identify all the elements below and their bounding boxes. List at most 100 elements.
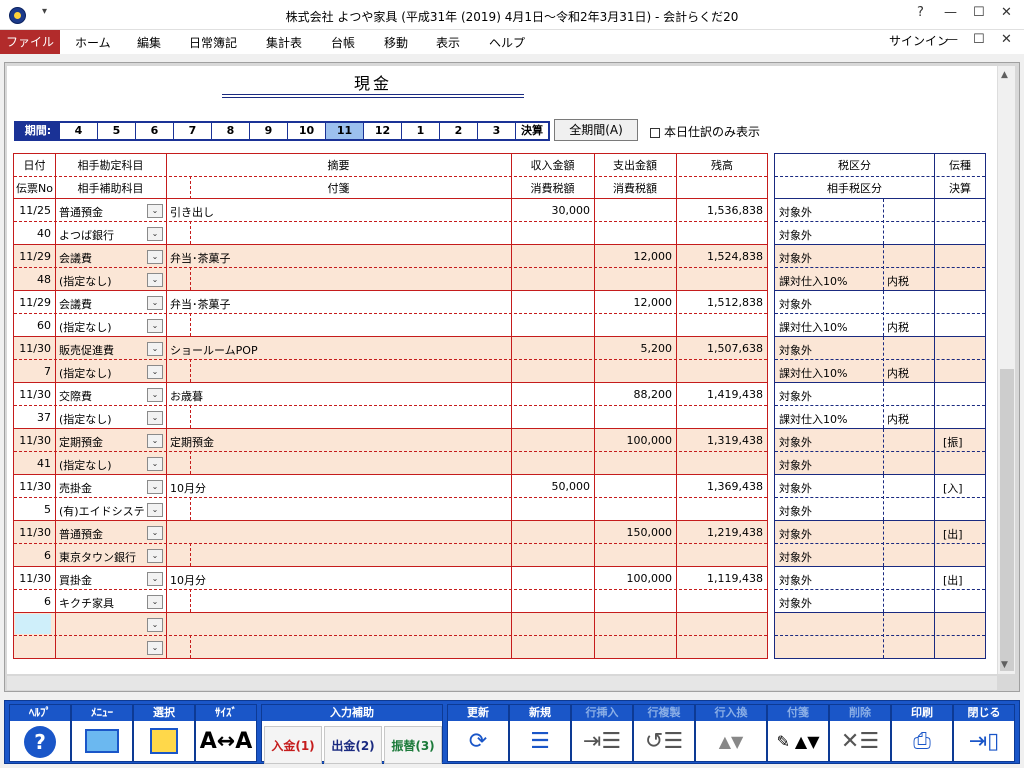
- row-expense[interactable]: 88,200: [597, 388, 673, 401]
- row-account[interactable]: 定期預金: [59, 434, 145, 450]
- maximize-button[interactable]: ☐: [973, 5, 985, 20]
- row-date[interactable]: 11/29: [14, 296, 51, 309]
- scroll-up-icon[interactable]: ▲: [1001, 70, 1008, 80]
- minimize-button[interactable]: —: [944, 5, 957, 20]
- row-subaccount[interactable]: (指定なし): [59, 273, 145, 289]
- row-slip-no[interactable]: 40: [14, 227, 51, 240]
- row-date[interactable]: 11/30: [14, 388, 51, 401]
- new-row-date-input[interactable]: [15, 614, 51, 634]
- menu-summary[interactable]: 集計表: [266, 34, 302, 51]
- menu-view[interactable]: 表示: [436, 34, 460, 51]
- subaccount-dropdown-icon[interactable]: ⌄: [147, 457, 163, 471]
- account-dropdown-icon[interactable]: ⌄: [147, 572, 163, 586]
- account-dropdown-icon[interactable]: ⌄: [147, 250, 163, 264]
- row-account[interactable]: 普通預金: [59, 204, 145, 220]
- subaccount-dropdown-icon[interactable]: ⌄: [147, 549, 163, 563]
- row-subaccount[interactable]: (指定なし): [59, 411, 145, 427]
- print-button[interactable]: 印刷 ⎙: [891, 704, 953, 762]
- account-dropdown-icon[interactable]: ⌄: [147, 618, 163, 632]
- vertical-scrollbar[interactable]: ▲ ▼: [997, 66, 1015, 674]
- account-dropdown-icon[interactable]: ⌄: [147, 526, 163, 540]
- menu-help[interactable]: ヘルプ: [489, 34, 525, 51]
- row-tax-class[interactable]: 対象外: [779, 204, 879, 220]
- period-month-3[interactable]: 3: [478, 123, 516, 139]
- row-copy-button[interactable]: 行複製 ↺☰: [633, 704, 695, 762]
- menu-move[interactable]: 移動: [384, 34, 408, 51]
- refresh-button[interactable]: 更新 ⟳: [447, 704, 509, 762]
- row-expense[interactable]: 12,000: [597, 250, 673, 263]
- row-expense[interactable]: 100,000: [597, 572, 673, 585]
- row-income[interactable]: 50,000: [514, 480, 591, 493]
- period-month-9[interactable]: 9: [250, 123, 288, 139]
- subaccount-dropdown-icon[interactable]: ⌄: [147, 227, 163, 241]
- row-slip-no[interactable]: 48: [14, 273, 51, 286]
- menu-home[interactable]: ホーム: [75, 34, 111, 51]
- subaccount-dropdown-icon[interactable]: ⌄: [147, 411, 163, 425]
- row-tax-class[interactable]: 対象外: [779, 434, 879, 450]
- period-month-4[interactable]: 4: [60, 123, 98, 139]
- row-slip-no[interactable]: 37: [14, 411, 51, 424]
- checkbox-icon[interactable]: [650, 127, 660, 138]
- row-opp-tax-class[interactable]: 課対仕入10%: [779, 365, 879, 381]
- withdraw-button[interactable]: 出金(2): [324, 726, 382, 764]
- row-tax-class[interactable]: 対象外: [779, 342, 879, 358]
- row-income[interactable]: 30,000: [514, 204, 591, 217]
- signin-link[interactable]: サインイン: [889, 32, 949, 49]
- subaccount-dropdown-icon[interactable]: ⌄: [147, 319, 163, 333]
- doc-close-button[interactable]: ✕: [1001, 32, 1012, 47]
- menu-ledger[interactable]: 台帳: [331, 34, 355, 51]
- help-button[interactable]: ﾍﾙﾌﾟ?: [9, 704, 71, 762]
- period-month-6[interactable]: 6: [136, 123, 174, 139]
- row-summary[interactable]: 引き出し: [170, 204, 508, 220]
- sticky-button[interactable]: 付箋 ✎ ▲▼: [767, 704, 829, 762]
- row-subaccount[interactable]: よつば銀行: [59, 227, 145, 243]
- row-slip-no[interactable]: 6: [14, 595, 51, 608]
- row-tax-class[interactable]: 対象外: [779, 480, 879, 496]
- account-dropdown-icon[interactable]: ⌄: [147, 342, 163, 356]
- row-summary[interactable]: 10月分: [170, 572, 508, 588]
- period-month-12[interactable]: 12: [364, 123, 402, 139]
- horizontal-scrollbar[interactable]: [7, 676, 997, 690]
- row-account[interactable]: 交際費: [59, 388, 145, 404]
- row-expense[interactable]: 5,200: [597, 342, 673, 355]
- transfer-button[interactable]: 振替(3): [384, 726, 442, 764]
- row-account[interactable]: 売掛金: [59, 480, 145, 496]
- row-date[interactable]: 11/30: [14, 526, 51, 539]
- doc-minimize-button[interactable]: —: [945, 32, 958, 47]
- account-dropdown-icon[interactable]: ⌄: [147, 296, 163, 310]
- row-opp-tax-class[interactable]: 対象外: [779, 595, 879, 611]
- row-expense[interactable]: 100,000: [597, 434, 673, 447]
- row-subaccount[interactable]: キクチ家具: [59, 595, 145, 611]
- row-summary[interactable]: 定期預金: [170, 434, 508, 450]
- menu-edit[interactable]: 編集: [137, 34, 161, 51]
- delete-button[interactable]: 削除 ✕☰: [829, 704, 891, 762]
- period-month-1[interactable]: 1: [402, 123, 440, 139]
- row-opp-tax-class[interactable]: 課対仕入10%: [779, 411, 879, 427]
- row-tax-class[interactable]: 対象外: [779, 250, 879, 266]
- row-subaccount[interactable]: (有)エイドシステム: [59, 503, 145, 519]
- account-dropdown-icon[interactable]: ⌄: [147, 388, 163, 402]
- period-month-2[interactable]: 2: [440, 123, 478, 139]
- row-account[interactable]: 会議費: [59, 296, 145, 312]
- period-month-7[interactable]: 7: [174, 123, 212, 139]
- row-summary[interactable]: お歳暮: [170, 388, 508, 404]
- row-tax-class[interactable]: 対象外: [779, 572, 879, 588]
- row-account[interactable]: 普通預金: [59, 526, 145, 542]
- row-tax-class[interactable]: 対象外: [779, 388, 879, 404]
- row-expense[interactable]: 150,000: [597, 526, 673, 539]
- row-date[interactable]: 11/30: [14, 434, 51, 447]
- menu-button[interactable]: ﾒﾆｭｰ: [71, 704, 133, 762]
- close-window-button[interactable]: 閉じる ⇥▯: [953, 704, 1015, 762]
- row-date[interactable]: 11/30: [14, 342, 51, 355]
- doc-restore-button[interactable]: ☐: [973, 32, 985, 47]
- row-summary[interactable]: 弁当･茶菓子: [170, 296, 508, 312]
- row-expense[interactable]: 12,000: [597, 296, 673, 309]
- row-slip-no[interactable]: 60: [14, 319, 51, 332]
- today-only-checkbox[interactable]: 本日仕訳のみ表示: [650, 123, 760, 140]
- size-button[interactable]: ｻｲｽﾞ A↔A: [195, 704, 257, 762]
- row-subaccount[interactable]: (指定なし): [59, 319, 145, 335]
- account-dropdown-icon[interactable]: ⌄: [147, 204, 163, 218]
- row-account[interactable]: 販売促進費: [59, 342, 145, 358]
- period-month-11[interactable]: 11: [326, 123, 364, 139]
- row-summary[interactable]: 10月分: [170, 480, 508, 496]
